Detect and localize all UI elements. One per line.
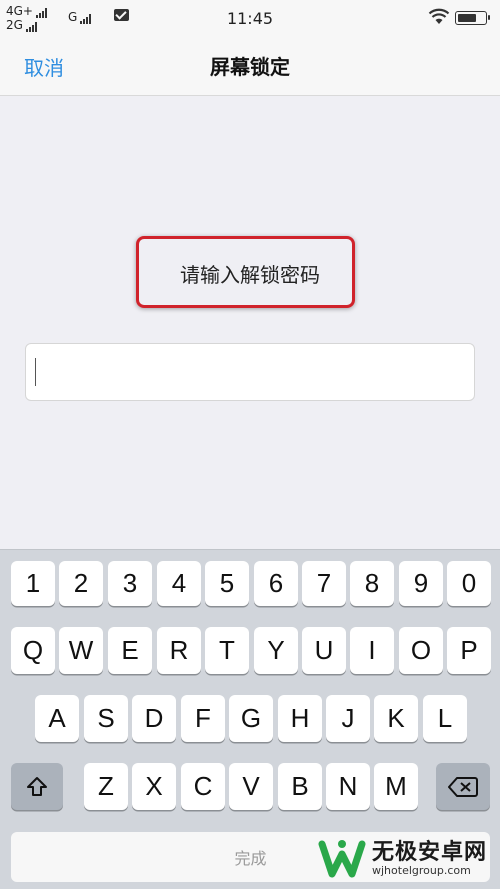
key-r[interactable]: R — [157, 627, 201, 674]
key-5[interactable]: 5 — [205, 561, 249, 606]
backspace-icon — [448, 776, 478, 797]
password-input[interactable] — [25, 343, 475, 401]
shift-key[interactable] — [11, 763, 63, 810]
key-6[interactable]: 6 — [254, 561, 298, 606]
key-w[interactable]: W — [59, 627, 103, 674]
key-s[interactable]: S — [84, 695, 128, 742]
wifi-icon — [428, 8, 450, 24]
key-8[interactable]: 8 — [350, 561, 394, 606]
page-title: 屏幕锁定 — [210, 55, 290, 79]
key-9[interactable]: 9 — [399, 561, 443, 606]
key-t[interactable]: T — [205, 627, 249, 674]
key-4[interactable]: 4 — [157, 561, 201, 606]
key-u[interactable]: U — [302, 627, 346, 674]
key-n[interactable]: N — [326, 763, 370, 810]
key-d[interactable]: D — [132, 695, 176, 742]
key-b[interactable]: B — [278, 763, 322, 810]
key-o[interactable]: O — [399, 627, 443, 674]
key-l[interactable]: L — [423, 695, 467, 742]
password-prompt: 请输入解锁密码 — [180, 263, 320, 287]
key-0[interactable]: 0 — [447, 561, 491, 606]
shift-icon — [27, 776, 47, 796]
key-y[interactable]: Y — [254, 627, 298, 674]
key-m[interactable]: M — [374, 763, 418, 810]
key-g[interactable]: G — [229, 695, 273, 742]
key-3[interactable]: 3 — [108, 561, 152, 606]
key-a[interactable]: A — [35, 695, 79, 742]
key-p[interactable]: P — [447, 627, 491, 674]
key-x[interactable]: X — [132, 763, 176, 810]
key-h[interactable]: H — [278, 695, 322, 742]
key-v[interactable]: V — [229, 763, 273, 810]
key-c[interactable]: C — [181, 763, 225, 810]
watermark-logo-icon — [318, 840, 366, 878]
watermark-url: wjhotelgroup.com — [372, 864, 471, 877]
key-7[interactable]: 7 — [302, 561, 346, 606]
nav-bar: 取消 屏幕锁定 — [0, 38, 500, 96]
key-i[interactable]: I — [350, 627, 394, 674]
text-cursor — [35, 358, 36, 386]
backspace-key[interactable] — [436, 763, 490, 810]
key-k[interactable]: K — [374, 695, 418, 742]
key-2[interactable]: 2 — [59, 561, 103, 606]
key-j[interactable]: J — [326, 695, 370, 742]
status-bar: 4G+ 2G G 11:45 — [0, 0, 500, 38]
key-f[interactable]: F — [181, 695, 225, 742]
watermark: 无极安卓网 wjhotelgroup.com — [310, 828, 500, 889]
battery-icon — [455, 11, 490, 25]
key-q[interactable]: Q — [11, 627, 55, 674]
key-1[interactable]: 1 — [11, 561, 55, 606]
key-z[interactable]: Z — [84, 763, 128, 810]
clock: 11:45 — [226, 9, 274, 28]
watermark-title: 无极安卓网 — [372, 840, 488, 865]
key-e[interactable]: E — [108, 627, 152, 674]
